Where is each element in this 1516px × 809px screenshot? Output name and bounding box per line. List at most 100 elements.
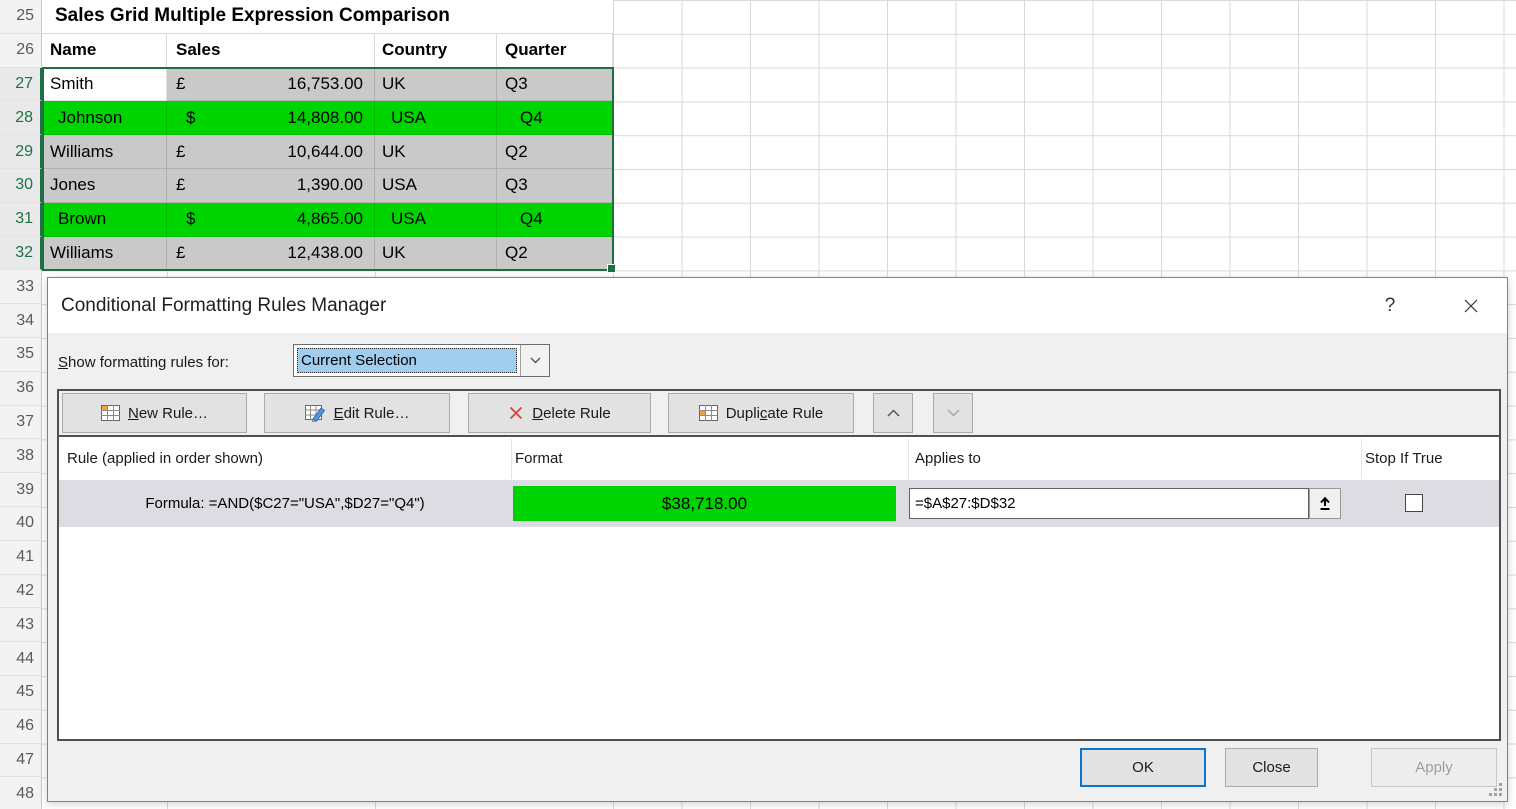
cell-name[interactable]: Brown	[42, 203, 167, 237]
row-header-48[interactable]: 48	[0, 777, 42, 809]
cell-country[interactable]: UK	[375, 135, 497, 169]
chevron-up-icon	[887, 409, 900, 417]
arrow-up-from-bar-icon	[1318, 496, 1332, 512]
edit-rule-icon	[305, 405, 326, 422]
show-rules-selected-value: Current Selection	[297, 348, 517, 373]
row-header-35[interactable]: 35	[0, 338, 42, 372]
row-header-39[interactable]: 39	[0, 473, 42, 507]
header-applies-to: Applies to	[915, 437, 981, 480]
row-header-37[interactable]: 37	[0, 406, 42, 440]
row-header-43[interactable]: 43	[0, 608, 42, 642]
sheet-title-cell[interactable]: Sales Grid Multiple Expression Compariso…	[42, 0, 613, 34]
move-rule-up-button[interactable]	[873, 393, 913, 433]
rules-toolbar: New Rule… Edit Rule… Delete Rule Duplica…	[59, 391, 1499, 437]
row-header-44[interactable]: 44	[0, 642, 42, 676]
cell-name[interactable]: Johnson	[42, 101, 167, 135]
cell-sales[interactable]: $14,808.00	[167, 101, 375, 135]
cell-country[interactable]: USA	[375, 101, 497, 135]
rule-list-item[interactable]: Formula: =AND($C27="USA",$D27="Q4") $38,…	[59, 480, 1499, 527]
row-header-42[interactable]: 42	[0, 575, 42, 609]
amount: 1,390.00	[297, 175, 363, 195]
header-rule: Rule (applied in order shown)	[67, 437, 263, 480]
close-icon	[1464, 299, 1478, 313]
ok-button[interactable]: OK	[1080, 748, 1206, 787]
cell-country[interactable]: UK	[375, 68, 497, 102]
dropdown-arrow-button[interactable]	[520, 345, 549, 376]
rule-formula-text: Formula: =AND($C27="USA",$D27="Q4")	[59, 480, 511, 527]
currency-symbol: £	[176, 142, 185, 162]
rule-format-preview: $38,718.00	[513, 486, 896, 521]
cell-quarter[interactable]: Q3	[497, 169, 613, 203]
row-header-27[interactable]: 27	[0, 68, 42, 102]
amount: 16,753.00	[287, 74, 363, 94]
duplicate-rule-button[interactable]: Duplicate Rule	[668, 393, 854, 433]
row-header-column: 25 26 27 28 29 30 31 32 33 34 35 36 37 3…	[0, 0, 42, 809]
amount: 10,644.00	[287, 142, 363, 162]
row-header-26[interactable]: 26	[0, 34, 42, 68]
cell-country[interactable]: USA	[375, 203, 497, 237]
row-header-25[interactable]: 25	[0, 0, 42, 34]
cell-name[interactable]: Williams	[42, 237, 167, 271]
table-row: Williams £12,438.00 UK Q2	[42, 237, 613, 271]
cell-sales[interactable]: £16,753.00	[167, 68, 375, 102]
row-header-28[interactable]: 28	[0, 101, 42, 135]
stop-if-true-checkbox[interactable]	[1405, 494, 1423, 512]
close-button[interactable]	[1455, 290, 1487, 322]
col-header-quarter[interactable]: Quarter	[497, 34, 613, 68]
collapse-range-picker-button[interactable]	[1309, 488, 1341, 519]
col-header-country[interactable]: Country	[375, 34, 497, 68]
table-grid-icon	[699, 405, 718, 421]
table-header-row: Name Sales Country Quarter	[42, 34, 613, 68]
col-header-name[interactable]: Name	[42, 34, 167, 68]
cell-quarter[interactable]: Q4	[497, 203, 613, 237]
dialog-title: Conditional Formatting Rules Manager	[61, 278, 386, 333]
chevron-down-icon	[530, 357, 541, 364]
cell-country[interactable]: UK	[375, 237, 497, 271]
row-header-32[interactable]: 32	[0, 237, 42, 271]
row-header-36[interactable]: 36	[0, 372, 42, 406]
rules-list-container: New Rule… Edit Rule… Delete Rule Duplica…	[57, 389, 1501, 741]
row-header-30[interactable]: 30	[0, 169, 42, 203]
rules-list-header: Rule (applied in order shown) Format App…	[59, 437, 1499, 480]
row-header-34[interactable]: 34	[0, 304, 42, 338]
amount: 12,438.00	[287, 243, 363, 263]
show-rules-dropdown[interactable]: Current Selection	[293, 344, 550, 377]
row-header-40[interactable]: 40	[0, 507, 42, 541]
row-header-47[interactable]: 47	[0, 744, 42, 778]
row-header-46[interactable]: 46	[0, 710, 42, 744]
row-header-31[interactable]: 31	[0, 203, 42, 237]
cell-name[interactable]: Jones	[42, 169, 167, 203]
cf-rules-manager-dialog: Conditional Formatting Rules Manager ? S…	[47, 277, 1508, 802]
table-row-highlighted: Johnson $14,808.00 USA Q4	[42, 101, 613, 135]
help-button[interactable]: ?	[1374, 290, 1406, 322]
cell-sales[interactable]: $4,865.00	[167, 203, 375, 237]
row-header-38[interactable]: 38	[0, 439, 42, 473]
cell-quarter[interactable]: Q2	[497, 237, 613, 271]
cell-name[interactable]: Smith	[42, 68, 167, 102]
cell-sales[interactable]: £10,644.00	[167, 135, 375, 169]
cell-sales[interactable]: £12,438.00	[167, 237, 375, 271]
resize-grip[interactable]	[1489, 783, 1502, 796]
apply-button[interactable]: Apply	[1371, 748, 1497, 787]
edit-rule-button[interactable]: Edit Rule…	[264, 393, 450, 433]
row-header-29[interactable]: 29	[0, 135, 42, 169]
show-rules-label: Show formatting rules for:	[58, 346, 229, 379]
move-rule-down-button[interactable]	[933, 393, 973, 433]
cell-quarter[interactable]: Q2	[497, 135, 613, 169]
new-rule-button[interactable]: New Rule…	[62, 393, 247, 433]
col-header-sales[interactable]: Sales	[167, 34, 375, 68]
row-header-45[interactable]: 45	[0, 676, 42, 710]
cell-name[interactable]: Williams	[42, 135, 167, 169]
sales-table: Sales Grid Multiple Expression Compariso…	[42, 0, 613, 270]
cell-sales[interactable]: £1,390.00	[167, 169, 375, 203]
cell-quarter[interactable]: Q4	[497, 101, 613, 135]
applies-to-input[interactable]	[909, 488, 1309, 519]
delete-rule-button[interactable]: Delete Rule	[468, 393, 651, 433]
close-dialog-button[interactable]: Close	[1225, 748, 1318, 787]
row-header-41[interactable]: 41	[0, 541, 42, 575]
row-header-33[interactable]: 33	[0, 270, 42, 304]
cell-quarter[interactable]: Q3	[497, 68, 613, 102]
amount: 14,808.00	[287, 108, 363, 128]
header-format: Format	[515, 437, 563, 480]
cell-country[interactable]: USA	[375, 169, 497, 203]
